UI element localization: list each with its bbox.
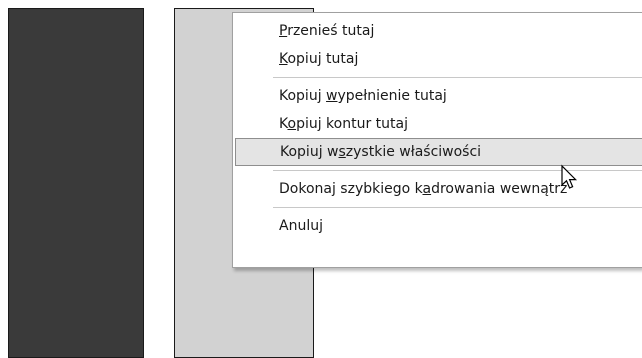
canvas-area: Przenieś tutaj Kopiuj tutaj Kopiuj wypeł… (0, 0, 642, 358)
menu-item-quick-crop-inside[interactable]: Dokonaj szybkiego kadrowania wewnątrz (233, 175, 642, 203)
menu-item-copy-fill-here[interactable]: Kopiuj wypełnienie tutaj (233, 82, 642, 110)
menu-item-copy-all-properties[interactable]: Kopiuj wszystkie właściwości (235, 138, 642, 166)
menu-item-copy-outline-here[interactable]: Kopiuj kontur tutaj (233, 110, 642, 138)
menu-separator (273, 207, 642, 208)
dark-shape[interactable] (8, 8, 144, 358)
menu-item-cancel[interactable]: Anuluj (233, 212, 642, 240)
arrow-cursor-icon (561, 164, 578, 189)
menu-item-copy-here[interactable]: Kopiuj tutaj (233, 45, 642, 73)
menu-separator (273, 170, 642, 171)
menu-item-move-here[interactable]: Przenieś tutaj (233, 17, 642, 45)
context-menu: Przenieś tutaj Kopiuj tutaj Kopiuj wypeł… (232, 12, 642, 268)
menu-separator (273, 77, 642, 78)
